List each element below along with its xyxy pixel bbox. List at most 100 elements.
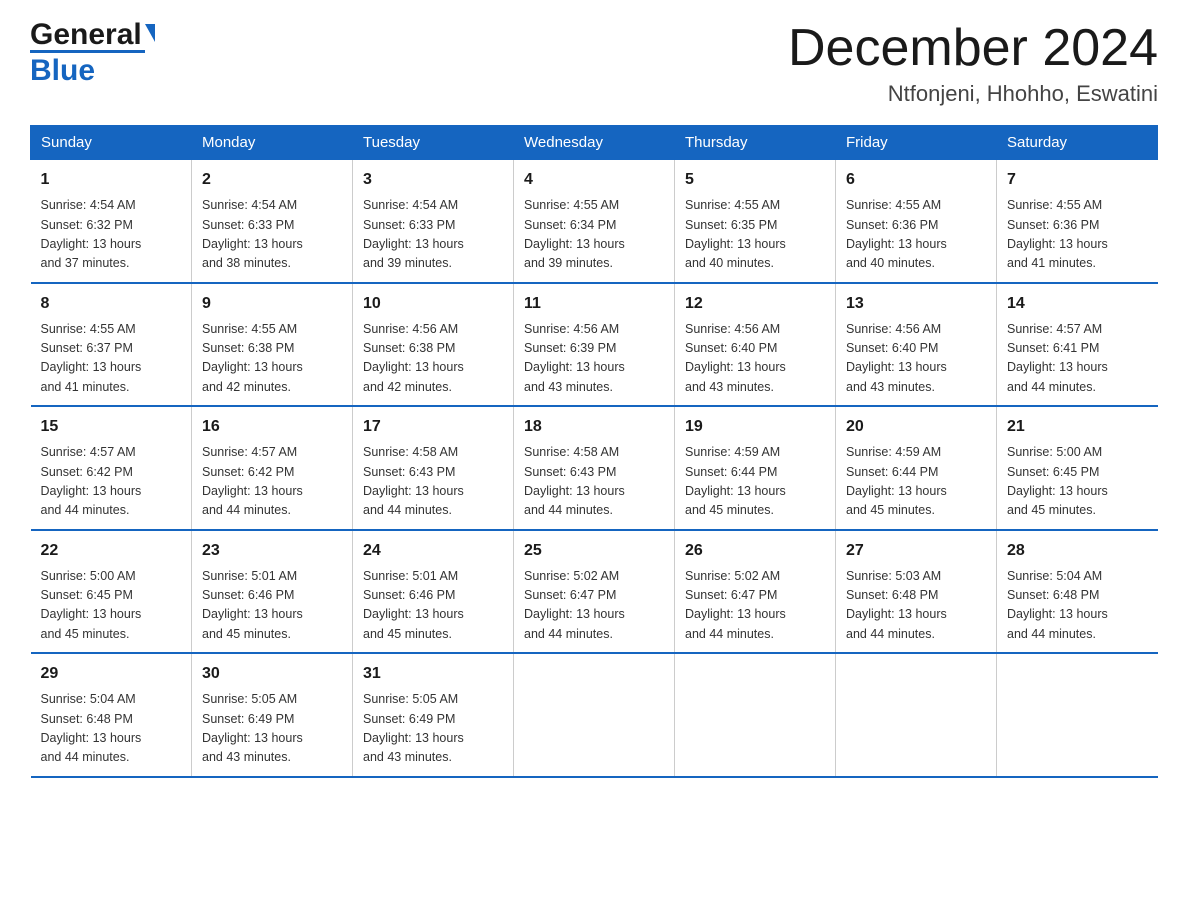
day-info: Sunrise: 5:02 AM Sunset: 6:47 PM Dayligh…	[524, 567, 664, 645]
calendar-cell: 27 Sunrise: 5:03 AM Sunset: 6:48 PM Dayli…	[836, 530, 997, 654]
day-info: Sunrise: 5:03 AM Sunset: 6:48 PM Dayligh…	[846, 567, 986, 645]
calendar-header-row: SundayMondayTuesdayWednesdayThursdayFrid…	[31, 126, 1158, 160]
day-info: Sunrise: 4:55 AM Sunset: 6:34 PM Dayligh…	[524, 196, 664, 274]
calendar-cell: 25 Sunrise: 5:02 AM Sunset: 6:47 PM Dayli…	[514, 530, 675, 654]
col-header-saturday: Saturday	[997, 126, 1158, 160]
day-number: 7	[1007, 168, 1148, 192]
calendar-cell: 15 Sunrise: 4:57 AM Sunset: 6:42 PM Dayli…	[31, 406, 192, 530]
calendar-cell: 10 Sunrise: 4:56 AM Sunset: 6:38 PM Dayli…	[353, 283, 514, 407]
calendar-cell: 9Sunrise: 4:55 AM Sunset: 6:38 PM Daylig…	[192, 283, 353, 407]
day-number: 18	[524, 415, 664, 439]
day-info: Sunrise: 4:54 AM Sunset: 6:33 PM Dayligh…	[202, 196, 342, 274]
day-number: 31	[363, 662, 503, 686]
day-info: Sunrise: 4:57 AM Sunset: 6:42 PM Dayligh…	[41, 443, 182, 521]
calendar-cell: 28Sunrise: 5:04 AM Sunset: 6:48 PM Dayli…	[997, 530, 1158, 654]
calendar-cell: 12 Sunrise: 4:56 AM Sunset: 6:40 PM Dayli…	[675, 283, 836, 407]
calendar-cell: 31 Sunrise: 5:05 AM Sunset: 6:49 PM Dayli…	[353, 653, 514, 777]
calendar-cell: 1 Sunrise: 4:54 AM Sunset: 6:32 PM Daylig…	[31, 160, 192, 283]
calendar-week-row: 22 Sunrise: 5:00 AM Sunset: 6:45 PM Dayli…	[31, 530, 1158, 654]
day-info: Sunrise: 4:54 AM Sunset: 6:32 PM Dayligh…	[41, 196, 182, 274]
day-number: 26	[685, 539, 825, 563]
calendar-cell: 11 Sunrise: 4:56 AM Sunset: 6:39 PM Dayli…	[514, 283, 675, 407]
day-number: 11	[524, 292, 664, 316]
day-number: 23	[202, 539, 342, 563]
day-number: 21	[1007, 415, 1148, 439]
calendar-cell: 4 Sunrise: 4:55 AM Sunset: 6:34 PM Daylig…	[514, 160, 675, 283]
day-number: 1	[41, 168, 182, 192]
day-info: Sunrise: 5:02 AM Sunset: 6:47 PM Dayligh…	[685, 567, 825, 645]
day-number: 20	[846, 415, 986, 439]
calendar-cell: 13 Sunrise: 4:56 AM Sunset: 6:40 PM Dayli…	[836, 283, 997, 407]
day-number: 4	[524, 168, 664, 192]
day-info: Sunrise: 4:56 AM Sunset: 6:40 PM Dayligh…	[685, 320, 825, 398]
col-header-friday: Friday	[836, 126, 997, 160]
calendar-cell: 29 Sunrise: 5:04 AM Sunset: 6:48 PM Dayli…	[31, 653, 192, 777]
calendar-cell	[836, 653, 997, 777]
day-info: Sunrise: 5:05 AM Sunset: 6:49 PM Dayligh…	[363, 690, 503, 768]
day-info: Sunrise: 4:56 AM Sunset: 6:40 PM Dayligh…	[846, 320, 986, 398]
day-info: Sunrise: 4:59 AM Sunset: 6:44 PM Dayligh…	[685, 443, 825, 521]
day-number: 28	[1007, 539, 1148, 563]
calendar-cell: 5 Sunrise: 4:55 AM Sunset: 6:35 PM Daylig…	[675, 160, 836, 283]
calendar-cell: 17 Sunrise: 4:58 AM Sunset: 6:43 PM Dayli…	[353, 406, 514, 530]
day-number: 9	[202, 292, 342, 316]
col-header-wednesday: Wednesday	[514, 126, 675, 160]
day-number: 14	[1007, 292, 1148, 316]
day-info: Sunrise: 4:56 AM Sunset: 6:39 PM Dayligh…	[524, 320, 664, 398]
calendar-cell: 8Sunrise: 4:55 AM Sunset: 6:37 PM Daylig…	[31, 283, 192, 407]
day-info: Sunrise: 4:54 AM Sunset: 6:33 PM Dayligh…	[363, 196, 503, 274]
day-info: Sunrise: 5:00 AM Sunset: 6:45 PM Dayligh…	[1007, 443, 1148, 521]
calendar-cell: 6 Sunrise: 4:55 AM Sunset: 6:36 PM Daylig…	[836, 160, 997, 283]
day-info: Sunrise: 4:55 AM Sunset: 6:36 PM Dayligh…	[1007, 196, 1148, 274]
calendar-cell: 19 Sunrise: 4:59 AM Sunset: 6:44 PM Dayli…	[675, 406, 836, 530]
calendar-cell: 22 Sunrise: 5:00 AM Sunset: 6:45 PM Dayli…	[31, 530, 192, 654]
day-number: 27	[846, 539, 986, 563]
calendar-table: SundayMondayTuesdayWednesdayThursdayFrid…	[30, 125, 1158, 778]
col-header-tuesday: Tuesday	[353, 126, 514, 160]
day-info: Sunrise: 5:01 AM Sunset: 6:46 PM Dayligh…	[202, 567, 342, 645]
day-number: 29	[41, 662, 182, 686]
logo-blue: Blue	[30, 54, 95, 88]
day-number: 22	[41, 539, 182, 563]
location-title: Ntfonjeni, Hhohho, Eswatini	[788, 81, 1158, 107]
day-info: Sunrise: 4:57 AM Sunset: 6:42 PM Dayligh…	[202, 443, 342, 521]
day-number: 16	[202, 415, 342, 439]
day-number: 13	[846, 292, 986, 316]
day-info: Sunrise: 4:56 AM Sunset: 6:38 PM Dayligh…	[363, 320, 503, 398]
day-info: Sunrise: 4:55 AM Sunset: 6:37 PM Dayligh…	[41, 320, 182, 398]
calendar-cell: 18 Sunrise: 4:58 AM Sunset: 6:43 PM Dayli…	[514, 406, 675, 530]
calendar-cell: 26 Sunrise: 5:02 AM Sunset: 6:47 PM Dayli…	[675, 530, 836, 654]
calendar-cell	[675, 653, 836, 777]
day-info: Sunrise: 5:00 AM Sunset: 6:45 PM Dayligh…	[41, 567, 182, 645]
logo-triangle-icon	[145, 24, 155, 42]
day-number: 12	[685, 292, 825, 316]
day-info: Sunrise: 4:58 AM Sunset: 6:43 PM Dayligh…	[524, 443, 664, 521]
day-info: Sunrise: 5:04 AM Sunset: 6:48 PM Dayligh…	[41, 690, 182, 768]
calendar-cell: 21 Sunrise: 5:00 AM Sunset: 6:45 PM Dayli…	[997, 406, 1158, 530]
day-number: 19	[685, 415, 825, 439]
day-number: 15	[41, 415, 182, 439]
day-info: Sunrise: 4:59 AM Sunset: 6:44 PM Dayligh…	[846, 443, 986, 521]
day-info: Sunrise: 4:58 AM Sunset: 6:43 PM Dayligh…	[363, 443, 503, 521]
day-number: 10	[363, 292, 503, 316]
day-number: 25	[524, 539, 664, 563]
calendar-week-row: 15 Sunrise: 4:57 AM Sunset: 6:42 PM Dayli…	[31, 406, 1158, 530]
day-number: 5	[685, 168, 825, 192]
calendar-cell: 14Sunrise: 4:57 AM Sunset: 6:41 PM Dayli…	[997, 283, 1158, 407]
calendar-cell: 3 Sunrise: 4:54 AM Sunset: 6:33 PM Daylig…	[353, 160, 514, 283]
calendar-week-row: 8Sunrise: 4:55 AM Sunset: 6:37 PM Daylig…	[31, 283, 1158, 407]
logo-divider	[30, 50, 145, 53]
day-info: Sunrise: 5:05 AM Sunset: 6:49 PM Dayligh…	[202, 690, 342, 768]
calendar-cell: 23 Sunrise: 5:01 AM Sunset: 6:46 PM Dayli…	[192, 530, 353, 654]
page-header: General Blue December 2024 Ntfonjeni, Hh…	[30, 20, 1158, 107]
day-number: 30	[202, 662, 342, 686]
calendar-cell: 7 Sunrise: 4:55 AM Sunset: 6:36 PM Daylig…	[997, 160, 1158, 283]
day-number: 3	[363, 168, 503, 192]
day-info: Sunrise: 4:55 AM Sunset: 6:36 PM Dayligh…	[846, 196, 986, 274]
title-block: December 2024 Ntfonjeni, Hhohho, Eswatin…	[788, 20, 1158, 107]
logo-general: General	[30, 20, 142, 50]
day-number: 17	[363, 415, 503, 439]
month-title: December 2024	[788, 20, 1158, 77]
day-info: Sunrise: 4:55 AM Sunset: 6:35 PM Dayligh…	[685, 196, 825, 274]
day-number: 6	[846, 168, 986, 192]
